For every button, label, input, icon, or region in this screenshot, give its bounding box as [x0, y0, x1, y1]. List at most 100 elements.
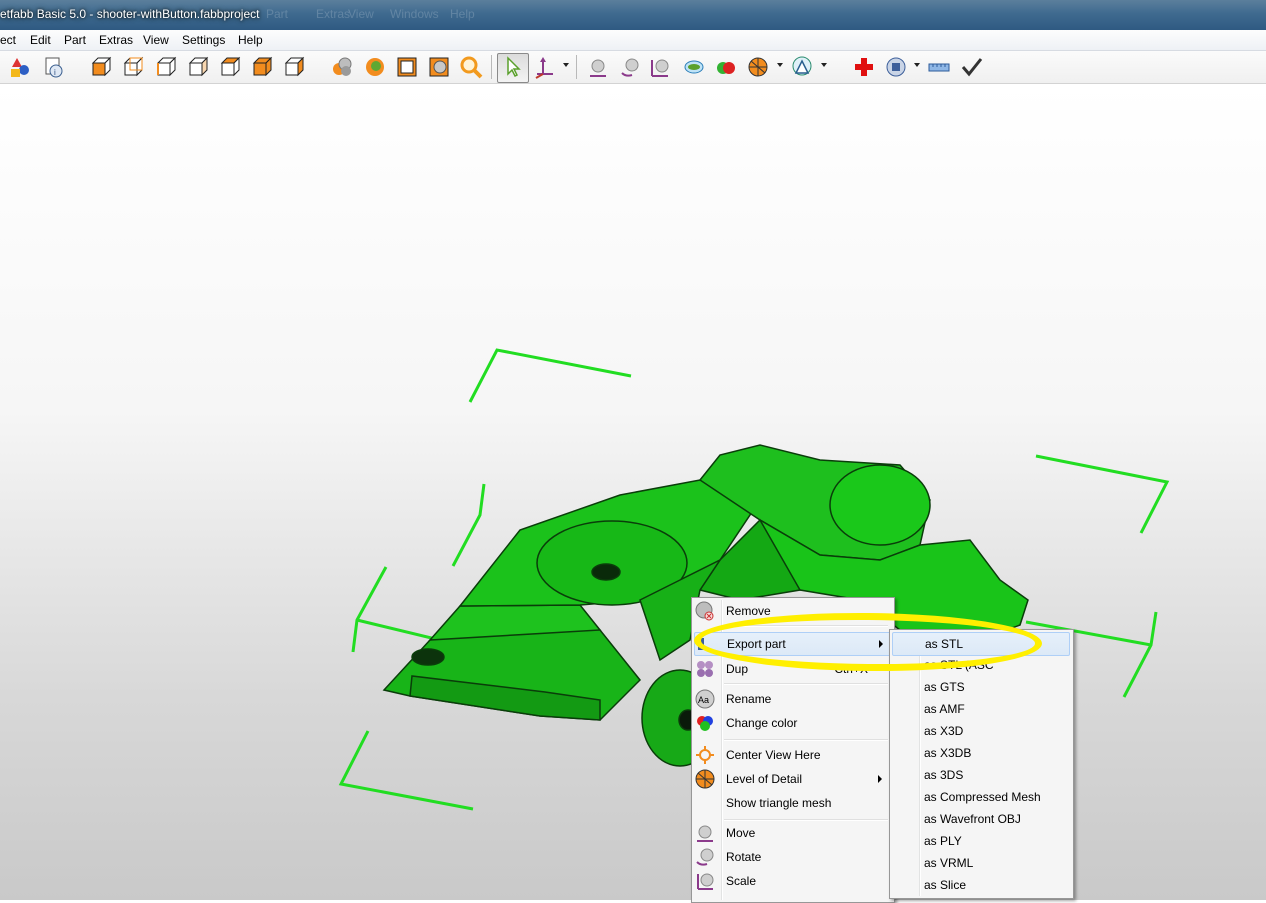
chevron-down-icon[interactable] [777, 63, 783, 67]
menu-item-label: Level of Detail [726, 772, 803, 786]
window-title-bar: etfabb Basic 5.0 - shooter-withButton.fa… [0, 0, 1266, 30]
remove-icon [695, 601, 715, 621]
zoom-icon[interactable] [459, 55, 483, 79]
ghost-menu-label: Extras [316, 7, 351, 21]
export-as-ply[interactable]: as PLY [892, 830, 1068, 852]
menu-item-label: Center View Here [726, 748, 821, 762]
ghost-menu-label: Part [266, 7, 289, 21]
frame-view-icon[interactable] [395, 55, 419, 79]
menu-item-show-triangle-mesh[interactable]: Show triangle mesh [694, 792, 890, 814]
ghost-menu-label: Help [450, 7, 475, 21]
menu-project[interactable]: ect [0, 33, 16, 47]
menu-edit[interactable]: Edit [30, 33, 51, 47]
checkmark-icon[interactable] [960, 55, 984, 79]
menu-view[interactable]: View [143, 33, 169, 47]
submenu-item-label: as X3DB [924, 746, 972, 760]
menu-item-label: Change color [726, 716, 798, 730]
3d-viewport[interactable] [0, 84, 1266, 900]
submenu-item-label: as X3D [924, 724, 964, 738]
menu-item-rename[interactable]: Aa Rename [694, 688, 890, 710]
submenu-item-label: as VRML [924, 856, 974, 870]
ruler-icon[interactable] [927, 55, 951, 79]
export-as-3ds[interactable]: as 3DS [892, 764, 1068, 786]
svg-text:i: i [54, 68, 56, 77]
triangle-mesh-icon[interactable] [790, 55, 814, 79]
view-perspective-icon[interactable] [282, 55, 306, 79]
menu-item-label: Show triangle mesh [726, 796, 832, 810]
toolbar-separator [491, 55, 492, 79]
menu-separator [724, 739, 888, 741]
menu-item-label: Rename [726, 692, 772, 706]
submenu-item-label: as PLY [924, 834, 962, 848]
move-icon[interactable] [586, 55, 610, 79]
view-front-icon[interactable] [89, 55, 113, 79]
menu-part[interactable]: Part [64, 33, 86, 47]
rotate-icon [695, 847, 715, 867]
export-as-slice[interactable]: as Slice [892, 874, 1068, 896]
select-pointer-icon[interactable] [501, 55, 525, 79]
chevron-down-icon[interactable] [563, 63, 569, 67]
menu-item-rotate[interactable]: Rotate [694, 846, 890, 868]
move-icon [695, 823, 715, 843]
menu-separator [724, 683, 888, 685]
duplicate-icon [695, 659, 715, 679]
part-info-icon[interactable]: i [42, 55, 66, 79]
view-back-icon[interactable] [121, 55, 145, 79]
toolbar-separator [576, 55, 577, 79]
repair-cross-icon[interactable] [852, 55, 876, 79]
section-view-icon[interactable] [427, 55, 451, 79]
rename-icon: Aa [695, 689, 715, 709]
svg-text:Aa: Aa [698, 695, 709, 705]
model-scene[interactable] [0, 84, 1266, 900]
submenu-item-label: as AMF [924, 702, 965, 716]
ghost-menu-label: View [348, 7, 374, 21]
export-as-compressed-mesh[interactable]: as Compressed Mesh [892, 786, 1068, 808]
view-top-icon[interactable] [218, 55, 242, 79]
rotate-icon[interactable] [618, 55, 642, 79]
export-as-gts[interactable]: as GTS [892, 676, 1068, 698]
export-as-vrml[interactable]: as VRML [892, 852, 1068, 874]
parts-color-icon[interactable] [363, 55, 387, 79]
repair-color-icon[interactable] [714, 55, 738, 79]
level-of-detail-icon [695, 769, 715, 789]
export-as-amf[interactable]: as AMF [892, 698, 1068, 720]
center-view-icon [695, 745, 715, 765]
submenu-item-label: as GTS [924, 680, 965, 694]
export-as-wavefront-obj[interactable]: as Wavefront OBJ [892, 808, 1068, 830]
main-toolbar: i [0, 51, 1266, 84]
menu-help[interactable]: Help [238, 33, 263, 47]
render-icon[interactable] [884, 55, 908, 79]
submenu-arrow-icon [878, 775, 882, 783]
add-part-icon[interactable] [8, 55, 32, 79]
parts-group-icon[interactable] [331, 55, 355, 79]
menu-item-label: Rotate [726, 850, 762, 864]
menu-item-scale[interactable]: Scale [694, 870, 890, 892]
menu-item-label: Move [726, 826, 756, 840]
menu-item-label: Dup [726, 662, 749, 676]
submenu-item-label: as Wavefront OBJ [924, 812, 1021, 826]
export-as-x3db[interactable]: as X3DB [892, 742, 1068, 764]
color-icon [695, 713, 715, 733]
scale-icon[interactable] [648, 55, 672, 79]
menu-item-center-view[interactable]: Center View Here [694, 744, 890, 766]
export-as-x3d[interactable]: as X3D [892, 720, 1068, 742]
view-left-icon[interactable] [154, 55, 178, 79]
window-title: etfabb Basic 5.0 - shooter-withButton.fa… [0, 7, 260, 21]
menu-separator [724, 819, 888, 821]
cut-icon[interactable] [682, 55, 706, 79]
menu-item-level-of-detail[interactable]: Level of Detail [694, 768, 890, 790]
level-of-detail-icon[interactable] [746, 55, 770, 79]
chevron-down-icon[interactable] [914, 63, 920, 67]
submenu-item-label: as 3DS [924, 768, 964, 782]
view-right-icon[interactable] [186, 55, 210, 79]
view-bottom-icon[interactable] [250, 55, 274, 79]
chevron-down-icon[interactable] [821, 63, 827, 67]
menu-item-label: Scale [726, 874, 757, 888]
menu-item-move[interactable]: Move [694, 822, 890, 844]
submenu-item-label: as Compressed Mesh [924, 790, 1041, 804]
scale-icon [695, 871, 715, 891]
menu-settings[interactable]: Settings [182, 33, 225, 47]
menu-extras[interactable]: Extras [99, 33, 133, 47]
menu-item-change-color[interactable]: Change color [694, 712, 890, 734]
measure-axis-icon[interactable] [533, 55, 557, 79]
